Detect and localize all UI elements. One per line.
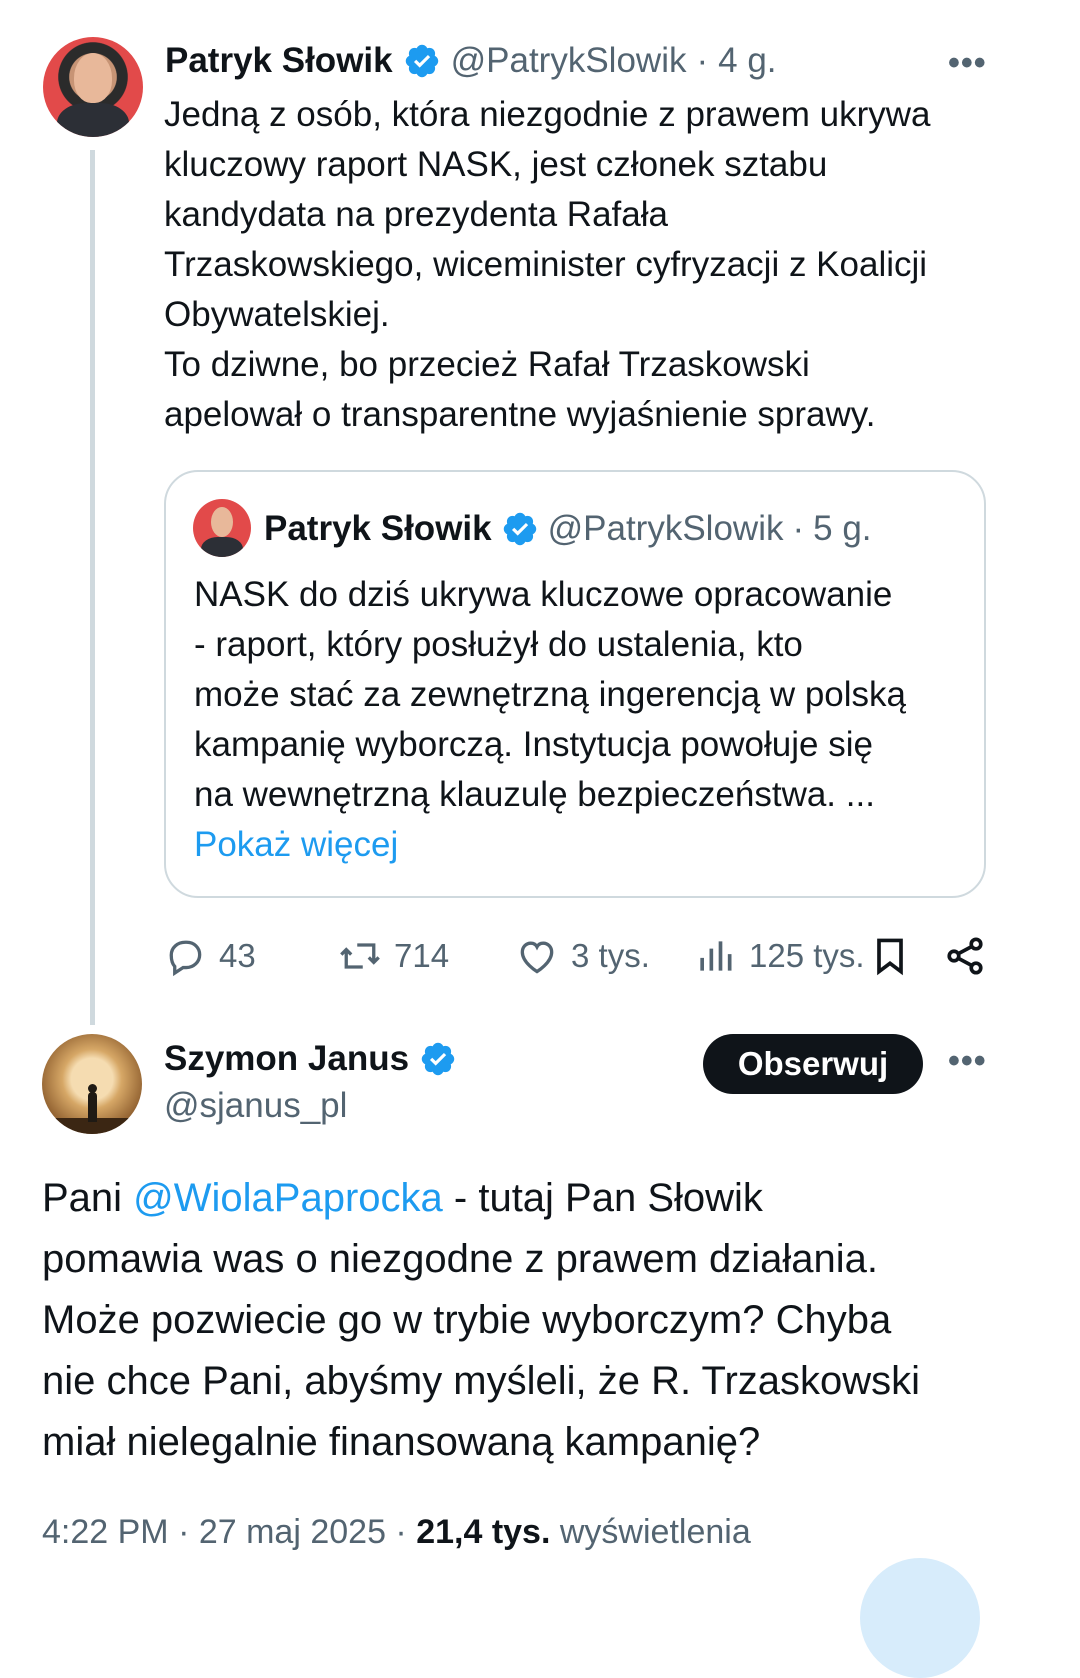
heart-icon — [520, 941, 554, 974]
tweet-text-line: Obywatelskiej. — [164, 295, 390, 334]
tweet-text-line: Pani @WiolaPaprocka - tutaj Pan Słowik — [42, 1168, 1052, 1229]
verified-badge-icon — [421, 1042, 455, 1076]
author-name[interactable]: Szymon Janus — [164, 1039, 409, 1079]
tweet-text: Pani @WiolaPaprocka - tutaj Pan Słowik p… — [42, 1168, 1052, 1473]
avatar-face — [74, 53, 112, 103]
thread-line — [90, 150, 95, 1025]
author-name[interactable]: Patryk Słowik — [165, 41, 393, 81]
quote-header: Patryk Słowik @PatrykSlowik · 5 g. — [264, 506, 872, 552]
tweet-text: Jedną z osób, która niezgodnie z prawem … — [164, 90, 1034, 440]
text-prefix: Pani — [42, 1176, 134, 1220]
author-handle[interactable]: @sjanus_pl — [164, 1086, 347, 1126]
quote-time: 5 g. — [813, 509, 872, 548]
avatar[interactable] — [42, 1034, 142, 1134]
separator-dot: · — [696, 41, 709, 80]
quote-author-name: Patryk Słowik — [264, 509, 492, 548]
views-label: wyświetlenia — [559, 1513, 751, 1551]
quote-avatar-body — [201, 537, 243, 557]
view-count: 125 tys. — [749, 937, 865, 974]
tweet-action-bar: 43 714 3 tys. 125 tys. — [163, 928, 993, 984]
tweet-meta: 4:22 PM · 27 maj 2025 · 21,4 tys. wyświe… — [42, 1513, 751, 1552]
tweet-text-line: To dziwne, bo przecież Rafał Trzaskowski — [164, 345, 810, 384]
reply-icon — [169, 940, 202, 977]
show-more-link[interactable]: Pokaż więcej — [194, 820, 974, 870]
verified-badge-icon — [405, 44, 438, 78]
quote-text-line: NASK do dziś ukrywa kluczowe opracowanie — [194, 575, 893, 614]
avatar-body — [57, 103, 129, 137]
text-rest: - tutaj Pan Słowik — [442, 1176, 763, 1220]
bookmark-icon — [877, 938, 903, 976]
quote-text-line: może stać za zewnętrzną ingerencją w pol… — [194, 675, 907, 714]
tweet-time[interactable]: 4 g. — [718, 41, 776, 81]
quote-text-line: kampanię wyborczą. Instytucja powołuje s… — [194, 725, 873, 764]
quote-text-line: na wewnętrzną klauzulę bezpieczeństwa. .… — [194, 775, 875, 814]
tweet-text-line: Może pozwiecie go w trybie wyborczym? Ch… — [42, 1298, 892, 1342]
tweet-timestamp[interactable]: 4:22 PM — [42, 1513, 169, 1551]
separator-dot: · — [168, 1513, 199, 1551]
tweet-header: Patryk Słowik @PatrykSlowik · 4 g. — [165, 38, 777, 84]
more-options-icon[interactable]: ••• — [948, 1042, 987, 1081]
more-options-icon[interactable]: ••• — [948, 44, 987, 83]
tweet-text-line: pomawia was o niezgodne z prawem działan… — [42, 1237, 879, 1281]
bookmark-button[interactable] — [868, 928, 912, 984]
reply-button[interactable]: 43 — [163, 928, 256, 984]
views-chart-icon — [700, 941, 732, 971]
separator-dot: · — [792, 509, 805, 548]
tweet-text-line: kandydata na prezydenta Rafała — [164, 195, 668, 234]
quote-text: NASK do dziś ukrywa kluczowe opracowanie… — [194, 570, 974, 870]
tweet-text-line: nie chce Pani, abyśmy myśleli, że R. Trz… — [42, 1359, 921, 1403]
mention-link[interactable]: @WiolaPaprocka — [133, 1176, 443, 1220]
like-button[interactable]: 3 tys. — [515, 928, 650, 984]
tweet-text-line: Jedną z osób, która niezgodnie z prawem … — [164, 95, 931, 134]
repost-icon — [340, 943, 380, 969]
tweet-text-line: kluczowy raport NASK, jest członek sztab… — [164, 145, 828, 184]
author-handle[interactable]: @PatrykSlowik — [451, 41, 687, 81]
quote-avatar — [193, 499, 251, 557]
quote-author-handle: @PatrykSlowik — [547, 509, 784, 548]
quote-avatar-face — [211, 507, 233, 537]
views-button[interactable]: 125 tys. — [693, 928, 865, 984]
like-count: 3 tys. — [571, 937, 650, 974]
reply-count: 43 — [219, 937, 256, 974]
verified-badge-icon — [503, 512, 536, 546]
separator-dot: · — [385, 1513, 417, 1551]
floating-compose-button-edge[interactable] — [860, 1558, 980, 1678]
tweet-text-line: miał nielegalnie finansowaną kampanię? — [42, 1420, 761, 1464]
views-count: 21,4 tys. — [416, 1513, 551, 1551]
avatar-figure — [88, 1092, 97, 1122]
repost-button[interactable]: 714 — [338, 928, 449, 984]
tweet-text-line: Trzaskowskiego, wiceminister cyfryzacji … — [164, 245, 928, 284]
avatar[interactable] — [43, 37, 143, 137]
repost-count: 714 — [394, 937, 450, 974]
tweet-date[interactable]: 27 maj 2025 — [199, 1513, 386, 1551]
tweet-text-line: apelował o transparentne wyjaśnienie spr… — [164, 395, 876, 434]
quote-text-line: - raport, który posłużył do ustalenia, k… — [194, 625, 803, 664]
share-icon — [947, 937, 983, 975]
share-button[interactable] — [943, 928, 987, 984]
tweet-header: Szymon Janus — [164, 1036, 457, 1082]
follow-button[interactable]: Obserwuj — [703, 1034, 923, 1094]
